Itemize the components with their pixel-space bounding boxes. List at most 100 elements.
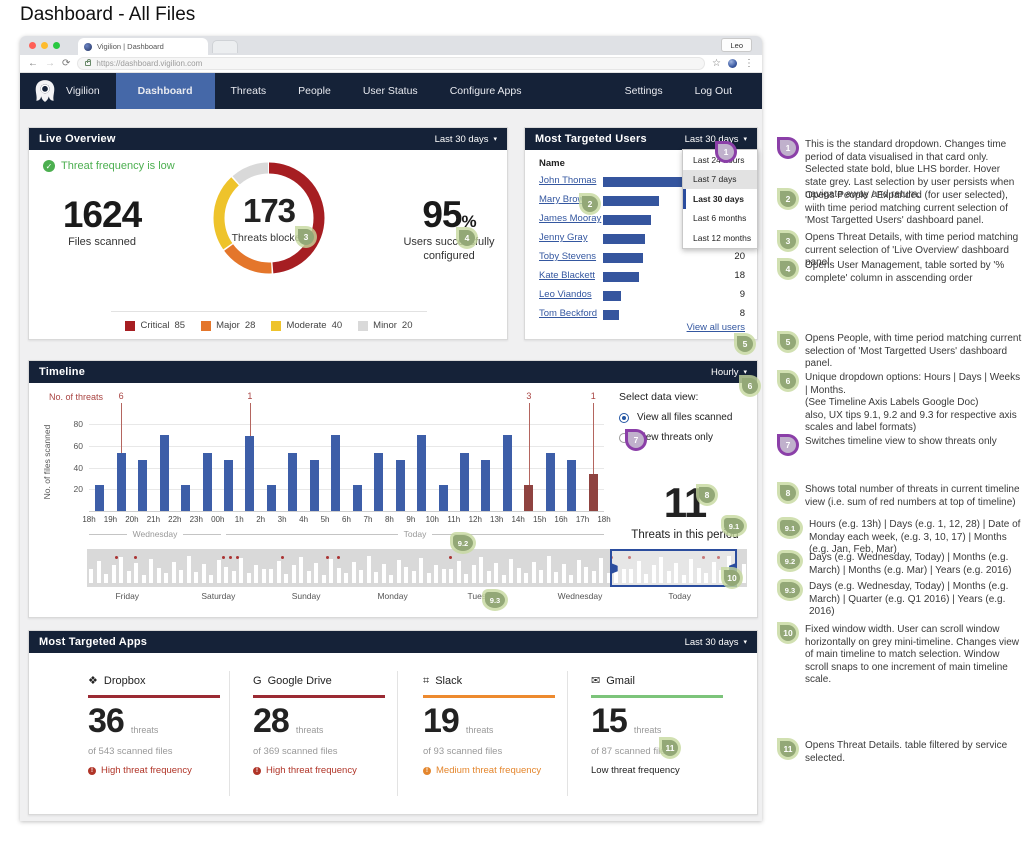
user-threat-count: 9 bbox=[740, 289, 745, 300]
mini-bar bbox=[479, 557, 483, 583]
timeline-header: Timeline Hourly ▾ bbox=[29, 361, 757, 383]
user-link[interactable]: Leo Viandos bbox=[539, 289, 592, 300]
app-navbar: Vigilion DashboardThreatsPeopleUser Stat… bbox=[20, 73, 762, 109]
mini-bar bbox=[359, 570, 363, 583]
mini-bar bbox=[314, 563, 318, 583]
nav-item-user-status[interactable]: User Status bbox=[347, 73, 434, 109]
mini-timeline-window[interactable] bbox=[610, 549, 737, 587]
bookmark-star-icon[interactable]: ☆ bbox=[712, 59, 721, 69]
app-frequency: !Medium threat frequency bbox=[423, 765, 573, 776]
x-tick-label: 7h bbox=[364, 515, 373, 524]
user-link[interactable]: Tom Beckford bbox=[539, 308, 597, 319]
tab-favicon-icon bbox=[84, 43, 92, 51]
nav-item-configure-apps[interactable]: Configure Apps bbox=[434, 73, 538, 109]
user-link[interactable]: John Thomas bbox=[539, 175, 596, 186]
app-threats-metric[interactable]: 15threats bbox=[591, 704, 741, 738]
mini-bar bbox=[157, 568, 161, 583]
user-link[interactable]: Jenny Gray bbox=[539, 232, 588, 243]
mini-bar bbox=[344, 573, 348, 583]
address-field[interactable]: https://dashboard.vigilion.com bbox=[77, 57, 705, 70]
annotation-badge-5: 5 bbox=[780, 334, 796, 350]
annotation-badge-3: 3 bbox=[780, 233, 796, 249]
nav-item-threats[interactable]: Threats bbox=[215, 73, 283, 109]
mini-threat-dot bbox=[222, 556, 225, 559]
app-header[interactable]: ⌗Slack bbox=[423, 675, 573, 687]
app-threats-metric[interactable]: 28threats bbox=[253, 704, 403, 738]
nav-item-people[interactable]: People bbox=[282, 73, 347, 109]
apps-period-dropdown[interactable]: Last 30 days ▾ bbox=[685, 637, 747, 648]
card-title: Most Targeted Apps bbox=[39, 636, 147, 648]
threats-blocked-metric[interactable]: 173 Threats blocked bbox=[207, 156, 331, 280]
annotation-9.2: 9.2Days (e.g. Wednesday, Today) | Months… bbox=[780, 552, 1024, 577]
legend-label: Major bbox=[216, 320, 240, 331]
minimize-window-button[interactable] bbox=[41, 42, 48, 49]
tab-title: Vigilion | Dashboard bbox=[97, 42, 164, 51]
app-threat-unit: threats bbox=[466, 725, 494, 738]
timeline-scale-dropdown[interactable]: Hourly ▾ bbox=[711, 367, 747, 378]
ux-note-badge-4: 4 bbox=[459, 230, 475, 246]
mini-bar bbox=[434, 565, 438, 583]
nav-item-settings[interactable]: Settings bbox=[609, 73, 679, 109]
zoom-window-button[interactable] bbox=[53, 42, 60, 49]
user-threat-bar bbox=[603, 196, 659, 206]
extension-icon[interactable] bbox=[728, 59, 737, 68]
back-icon[interactable]: ← bbox=[28, 59, 38, 69]
app-threats-metric[interactable]: 19threats bbox=[423, 704, 573, 738]
user-link[interactable]: Toby Stevens bbox=[539, 251, 596, 262]
x-tick-label: 16h bbox=[554, 515, 567, 524]
dropdown-option-last-30-days[interactable]: Last 30 days bbox=[683, 189, 757, 209]
view-all-users-link[interactable]: View all users bbox=[687, 322, 745, 333]
forward-icon[interactable]: → bbox=[45, 59, 55, 69]
mini-bar bbox=[547, 556, 551, 583]
annotation-text: Opens Threat Details. table filtered by … bbox=[805, 740, 1024, 765]
mini-bar bbox=[104, 574, 108, 583]
threat-marker-count: 1 bbox=[247, 391, 252, 401]
window-left-handle-icon[interactable] bbox=[611, 563, 618, 574]
browser-tab[interactable]: Vigilion | Dashboard bbox=[78, 38, 208, 55]
mini-threat-dot bbox=[449, 556, 452, 559]
mini-bar bbox=[419, 558, 423, 583]
dropdown-option-last-12-months[interactable]: Last 12 months bbox=[683, 228, 757, 248]
browser-menu-icon[interactable]: ⋮ bbox=[744, 59, 754, 69]
x-tick-label: 8h bbox=[385, 515, 394, 524]
browser-profile-chip[interactable]: Leo bbox=[721, 38, 752, 52]
reload-icon[interactable]: ⟳ bbox=[62, 59, 70, 69]
annotation-text: Opens People / Expanded (for user select… bbox=[805, 190, 1024, 228]
new-tab-button[interactable] bbox=[212, 40, 238, 53]
annotation-text: Opens User Management, table sorted by '… bbox=[805, 260, 1024, 285]
mini-bar bbox=[179, 570, 183, 583]
legend-swatch-icon bbox=[271, 321, 281, 331]
app-header[interactable]: ✉Gmail bbox=[591, 675, 741, 687]
annotation-badge-9.1: 9.1 bbox=[780, 520, 800, 536]
nav-brand[interactable]: Vigilion bbox=[66, 73, 116, 109]
user-link[interactable]: Kate Blackett bbox=[539, 270, 595, 281]
users-period-dropdown[interactable]: Last 30 days ▾ bbox=[685, 134, 747, 145]
radio-selected-icon[interactable] bbox=[619, 413, 629, 423]
users-configured-metric[interactable]: 95% Users successfully configured bbox=[397, 194, 501, 264]
close-window-button[interactable] bbox=[29, 42, 36, 49]
dropdown-option-last-6-months[interactable]: Last 6 months bbox=[683, 209, 757, 229]
nav-item-dashboard[interactable]: Dashboard bbox=[116, 73, 215, 109]
threat-marker-count: 1 bbox=[591, 391, 596, 401]
radio-view-all-files-scanned[interactable]: View all files scanned bbox=[619, 412, 751, 423]
app-header[interactable]: ❖Dropbox bbox=[88, 675, 238, 687]
app-header[interactable]: GGoogle Drive bbox=[253, 675, 403, 687]
annotation-badge-1: 1 bbox=[780, 140, 796, 156]
user-threat-bar bbox=[603, 253, 643, 263]
app-frequency: !High threat frequency bbox=[88, 765, 238, 776]
y-tick-label: 20 bbox=[63, 484, 83, 494]
x-tick-label: 2h bbox=[256, 515, 265, 524]
user-link[interactable]: James Mooray bbox=[539, 213, 601, 224]
app-threats-metric[interactable]: 36threats bbox=[88, 704, 238, 738]
card-title: Timeline bbox=[39, 366, 85, 378]
timeline-bar bbox=[203, 453, 212, 511]
live-overview-period-dropdown[interactable]: Last 30 days ▾ bbox=[435, 134, 497, 145]
user-threat-count: 8 bbox=[740, 308, 745, 319]
caret-down-icon: ▾ bbox=[743, 136, 747, 143]
user-threat-bar bbox=[603, 310, 619, 320]
threat-marker-count: 6 bbox=[119, 391, 124, 401]
dropbox-icon: ❖ bbox=[88, 676, 98, 687]
nav-item-log-out[interactable]: Log Out bbox=[679, 73, 748, 109]
dropdown-option-last-7-days[interactable]: Last 7 days bbox=[683, 170, 757, 190]
legend-label: Moderate bbox=[286, 320, 326, 331]
